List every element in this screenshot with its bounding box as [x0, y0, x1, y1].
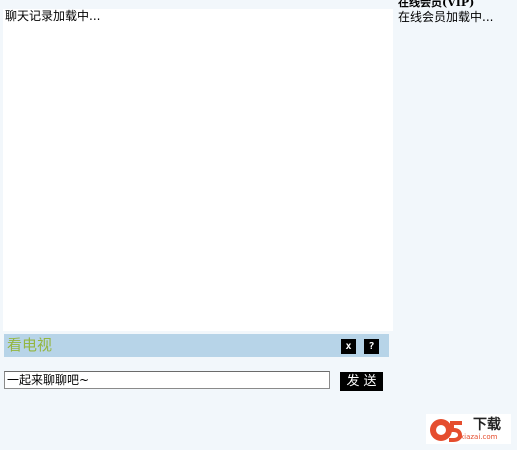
tv-help-button[interactable]: ? [364, 339, 379, 354]
chat-log-panel[interactable]: 聊天记录加载中... [3, 9, 393, 331]
watermark-logo: 下载 xiazai.com [426, 414, 511, 444]
message-input[interactable]: 一起来聊聊吧~ [4, 371, 330, 389]
a5-logo-icon [430, 419, 462, 442]
watch-tv-link[interactable]: 看电视 [7, 336, 52, 355]
send-button[interactable]: 发送 [340, 372, 383, 391]
watermark-url-text: xiazai.com [460, 433, 498, 441]
chat-log-loading-text: 聊天记录加载中... [5, 9, 101, 23]
online-members-loading-text: 在线会员加载中... [398, 10, 494, 24]
tv-bar: 看电视 x ? [4, 334, 389, 357]
tv-close-button[interactable]: x [341, 339, 356, 354]
watermark-brand-text: 下载 [473, 417, 501, 433]
online-members-title: 在线会员(VIP) [398, 0, 475, 9]
